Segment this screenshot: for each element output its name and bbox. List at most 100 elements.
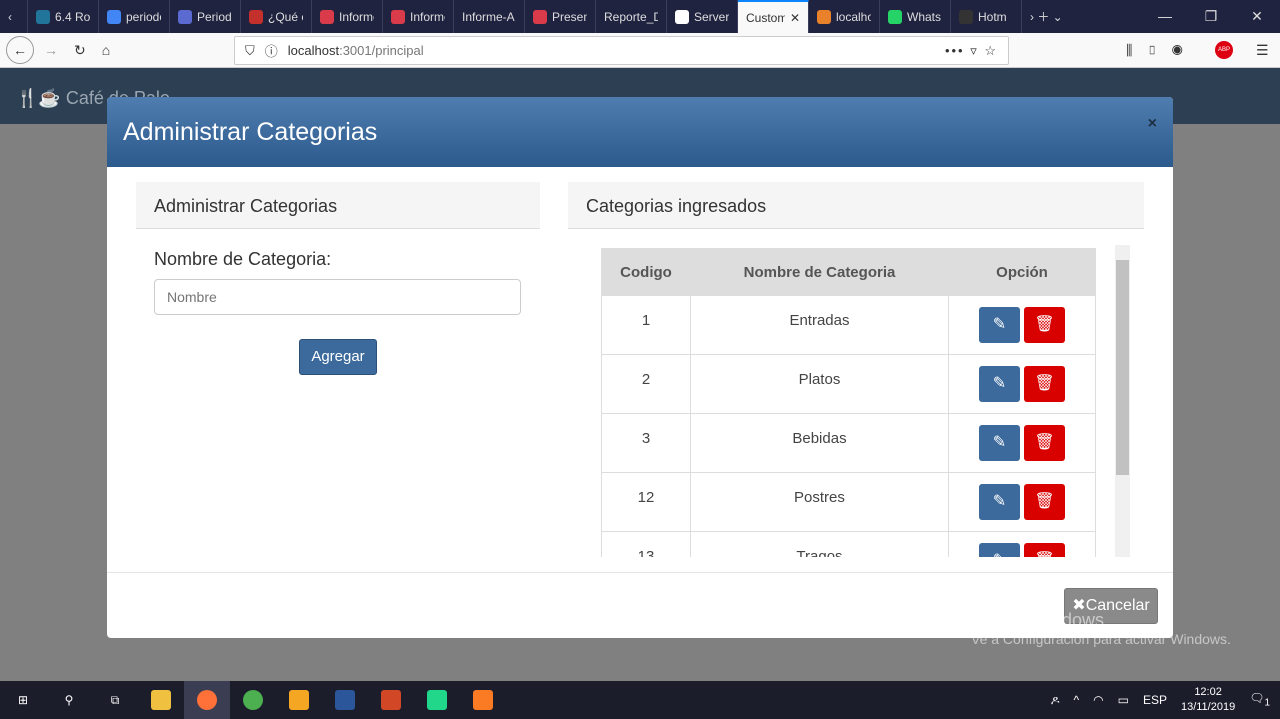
name-cell: Platos bbox=[689, 354, 949, 414]
browser-tab[interactable]: 6.4 Rol bbox=[28, 0, 99, 33]
browser-tab[interactable]: Hotm bbox=[951, 0, 1022, 33]
browser-tab[interactable]: ¿Qué es bbox=[241, 0, 312, 33]
notification-count: 1 bbox=[1264, 697, 1270, 709]
tab-favicon-icon bbox=[675, 9, 689, 24]
list-heading: Categorias ingresados bbox=[568, 182, 1144, 229]
browser-tab[interactable]: Whats bbox=[880, 0, 951, 33]
delete-button[interactable]: 🗑 bbox=[1023, 366, 1065, 402]
tab-favicon-icon bbox=[888, 9, 902, 24]
option-cell: ✎🗑 bbox=[947, 354, 1097, 414]
tab-label: Informe-A bbox=[462, 9, 515, 24]
code-cell: 13 bbox=[601, 531, 691, 557]
toolbar-icons[interactable]: ⫼▯◉ bbox=[1126, 42, 1197, 59]
code-cell: 2 bbox=[601, 354, 691, 414]
wifi-icon[interactable]: ◠ bbox=[1093, 693, 1103, 707]
url-host: localhost bbox=[287, 43, 340, 58]
code-cell: 12 bbox=[601, 472, 691, 532]
delete-button[interactable]: 🗑 bbox=[1023, 425, 1065, 461]
browser-tab[interactable]: Periodo bbox=[170, 0, 241, 33]
clock[interactable]: 12:02 13/11/2019 bbox=[1181, 685, 1235, 715]
windows-activation-watermark: Activar Windows Ve a Configuración para a… bbox=[971, 610, 1231, 647]
tab-label: Reporte_D bbox=[604, 9, 658, 24]
option-cell: ✎🗑 bbox=[947, 472, 1097, 532]
word-icon[interactable] bbox=[322, 681, 368, 719]
browser-tab[interactable]: Informe bbox=[312, 0, 383, 33]
firefox-icon[interactable] bbox=[184, 681, 230, 719]
chevron-up-icon[interactable]: ^ bbox=[1073, 693, 1079, 707]
tab-label: Informe bbox=[339, 9, 374, 24]
file-explorer-icon[interactable] bbox=[138, 681, 184, 719]
modal-title: Administrar Categorias bbox=[123, 118, 378, 146]
chrome-icon[interactable] bbox=[230, 681, 276, 719]
battery-icon[interactable]: ▭ bbox=[1118, 693, 1129, 707]
restore-button[interactable]: ❐ bbox=[1188, 0, 1234, 33]
tab-favicon-icon bbox=[817, 9, 831, 24]
language-indicator[interactable]: ESP bbox=[1143, 693, 1167, 707]
home-button[interactable]: ⌂ bbox=[102, 42, 110, 58]
category-name-input[interactable] bbox=[154, 279, 521, 315]
column-header-code: Codigo bbox=[601, 248, 691, 296]
close-window-button[interactable]: ✕ bbox=[1234, 0, 1280, 33]
add-button[interactable]: Agregar bbox=[299, 339, 377, 375]
browser-tab[interactable]: Server bbox=[667, 0, 738, 33]
browser-tab[interactable]: Informe bbox=[383, 0, 454, 33]
tab-label: Custom bbox=[746, 10, 785, 25]
task-view-icon[interactable]: ⧉ bbox=[92, 681, 138, 719]
url-bar[interactable]: ⛉ ⓘ localhost:3001/principal ••• ▿ ☆ bbox=[234, 36, 1009, 65]
tab-favicon-icon bbox=[249, 9, 263, 24]
delete-button[interactable]: 🗑 bbox=[1023, 307, 1065, 343]
info-icon: ⓘ bbox=[264, 44, 278, 59]
tab-label: Informe bbox=[410, 9, 445, 24]
reload-button[interactable]: ↻ bbox=[74, 42, 86, 59]
notifications-icon[interactable]: 🗨1 bbox=[1249, 691, 1270, 708]
scrollbar-thumb[interactable] bbox=[1116, 260, 1129, 475]
scroll-tabs-left[interactable]: ‹ bbox=[0, 0, 28, 33]
browser-tab[interactable]: localhost bbox=[809, 0, 880, 33]
people-icon[interactable]: ዶ bbox=[1051, 693, 1060, 708]
tab-favicon-icon bbox=[36, 9, 50, 24]
edit-button[interactable]: ✎ bbox=[978, 484, 1020, 520]
delete-button[interactable]: 🗑 bbox=[1023, 484, 1065, 520]
search-icon[interactable]: ⚲ bbox=[46, 681, 92, 719]
browser-tab[interactable]: periodo bbox=[99, 0, 170, 33]
url-path: :3001/principal bbox=[339, 43, 424, 58]
tab-label: Server bbox=[694, 9, 729, 24]
xampp-icon[interactable] bbox=[460, 681, 506, 719]
option-cell: ✎🗑 bbox=[947, 413, 1097, 473]
app-icon[interactable] bbox=[276, 681, 322, 719]
delete-button[interactable]: 🗑 bbox=[1023, 543, 1065, 557]
form-heading: Administrar Categorias bbox=[136, 182, 540, 229]
minimize-button[interactable]: — bbox=[1142, 0, 1188, 33]
tab-label: 6.4 Rol bbox=[55, 9, 90, 24]
close-tab-icon[interactable]: ✕ bbox=[790, 11, 800, 25]
table-scroll-area[interactable]: Codigo Nombre de Categoria Opción 1 Entra… bbox=[568, 245, 1144, 557]
edit-button[interactable]: ✎ bbox=[978, 307, 1020, 343]
forward-button[interactable]: → bbox=[44, 42, 58, 58]
watermark-subtitle: Ve a Configuración para activar Windows. bbox=[971, 631, 1231, 647]
table-row: 2 Platos ✎ 🗑 bbox=[601, 354, 1097, 414]
menu-icon[interactable]: ☰ bbox=[1256, 42, 1269, 59]
new-tab-button[interactable]: › ＋ ⌄ bbox=[1022, 0, 1092, 33]
browser-tab[interactable]: Custom ✕ bbox=[738, 0, 809, 33]
back-button[interactable]: ← bbox=[6, 36, 34, 64]
windows-taskbar: ⊞ ⚲ ⧉ ዶ ^ ◠ ▭ ESP 12:02 13/11/2019 🗨1 bbox=[0, 681, 1280, 719]
page-actions[interactable]: ••• ▿ ☆ bbox=[945, 43, 998, 59]
tab-favicon-icon bbox=[320, 9, 334, 24]
browser-tab[interactable]: Presen bbox=[525, 0, 596, 33]
close-icon[interactable]: × bbox=[1148, 115, 1157, 133]
edit-button[interactable]: ✎ bbox=[978, 425, 1020, 461]
adblock-icon[interactable]: ABP bbox=[1215, 41, 1233, 59]
webstorm-icon[interactable] bbox=[414, 681, 460, 719]
start-button[interactable]: ⊞ bbox=[0, 681, 46, 719]
browser-tab[interactable]: Informe-A bbox=[454, 0, 525, 33]
browser-tab[interactable]: Reporte_D bbox=[596, 0, 667, 33]
powerpoint-icon[interactable] bbox=[368, 681, 414, 719]
scrollbar[interactable] bbox=[1115, 245, 1130, 557]
code-cell: 1 bbox=[601, 295, 691, 355]
tab-label: Hotm bbox=[978, 9, 1007, 24]
watermark-title: Activar Windows bbox=[971, 610, 1105, 630]
edit-button[interactable]: ✎ bbox=[978, 366, 1020, 402]
tab-label: Presen bbox=[552, 9, 587, 24]
category-list-panel: Categorias ingresados Codigo Nombre de C… bbox=[568, 182, 1144, 557]
edit-button[interactable]: ✎ bbox=[978, 543, 1020, 557]
